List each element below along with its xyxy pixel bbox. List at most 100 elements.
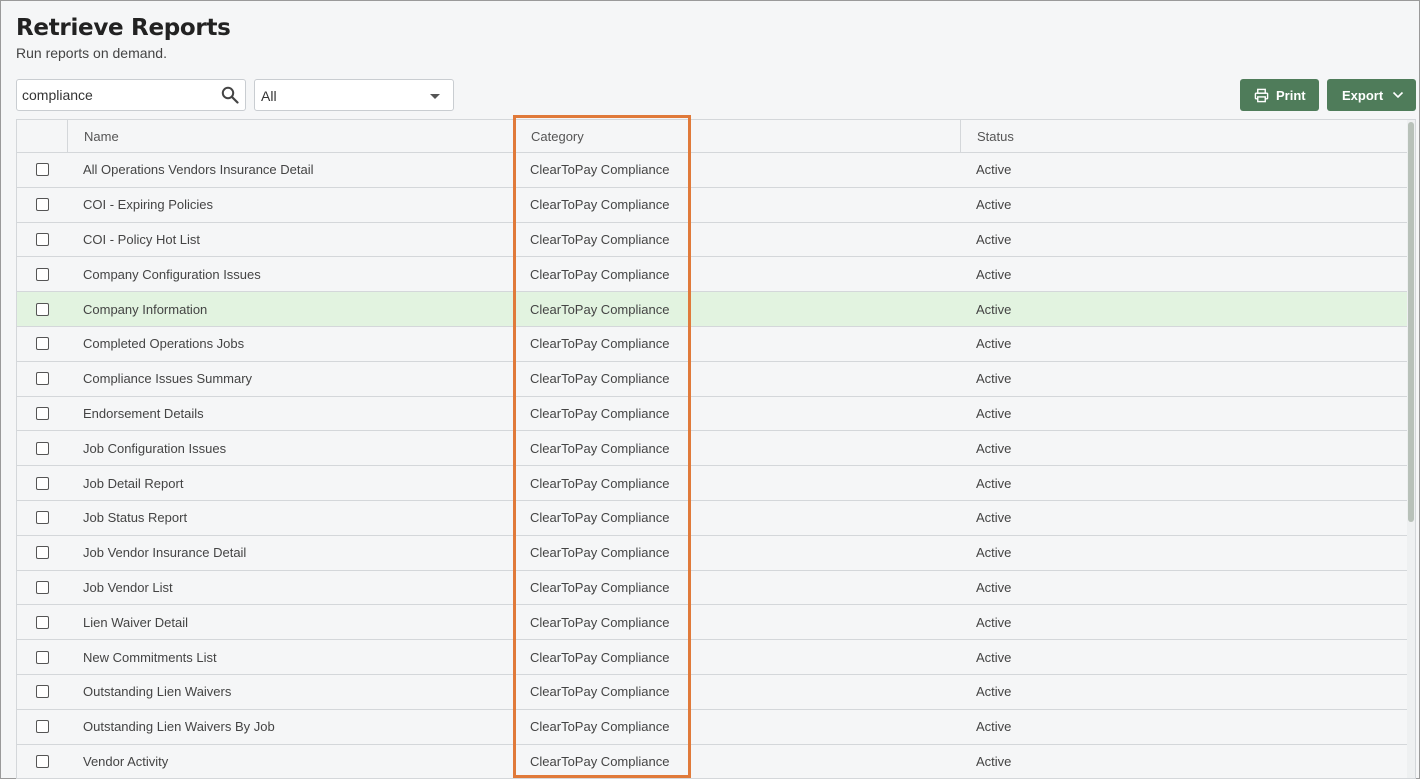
- row-checkbox[interactable]: [35, 337, 49, 351]
- search-icon[interactable]: [221, 86, 239, 104]
- row-checkbox[interactable]: [35, 546, 49, 560]
- page-header: Retrieve Reports Run reports on demand.: [16, 15, 231, 61]
- row-select-cell: [17, 640, 67, 674]
- report-name[interactable]: Job Vendor Insurance Detail: [67, 536, 514, 570]
- table-row[interactable]: New Commitments List ClearToPay Complianc…: [17, 640, 1407, 675]
- row-checkbox[interactable]: [35, 232, 49, 246]
- chevron-down-icon: [430, 94, 440, 99]
- row-checkbox[interactable]: [35, 720, 49, 734]
- row-checkbox[interactable]: [35, 198, 49, 212]
- table-row[interactable]: Job Detail Report ClearToPay Compliance Ac…: [17, 466, 1407, 501]
- table-row[interactable]: COI - Expiring Policies ClearToPay Compli…: [17, 188, 1407, 223]
- row-checkbox[interactable]: [35, 685, 49, 699]
- column-header-category[interactable]: Category: [514, 120, 960, 152]
- report-status: Active: [976, 371, 1012, 387]
- report-name[interactable]: Outstanding Lien Waivers By Job: [67, 710, 514, 744]
- row-checkbox[interactable]: [35, 163, 49, 177]
- report-status: Active: [976, 301, 1012, 317]
- report-status: Active: [976, 197, 1012, 213]
- report-category: ClearToPay Compliance: [530, 614, 670, 630]
- report-name[interactable]: Job Vendor List: [67, 571, 514, 605]
- report-category: ClearToPay Compliance: [530, 719, 670, 735]
- table-row[interactable]: Job Status Report ClearToPay Compliance Ac…: [17, 501, 1407, 536]
- row-select-cell: [17, 292, 67, 326]
- printer-icon: [1254, 88, 1269, 102]
- row-checkbox[interactable]: [35, 615, 49, 629]
- row-checkbox[interactable]: [35, 580, 49, 594]
- row-checkbox[interactable]: [35, 476, 49, 490]
- row-select-cell: [17, 362, 67, 396]
- table-row[interactable]: Outstanding Lien Waivers By Job ClearToPa…: [17, 710, 1407, 745]
- row-checkbox[interactable]: [35, 372, 49, 386]
- table-row[interactable]: Endorsement Details ClearToPay Compliance…: [17, 397, 1407, 432]
- table-row[interactable]: Lien Waiver Detail ClearToPay Compliance A…: [17, 605, 1407, 641]
- report-status: Active: [976, 614, 1012, 630]
- column-header-name[interactable]: Name: [67, 120, 514, 152]
- search-box[interactable]: [16, 79, 246, 111]
- category-filter-select[interactable]: All: [254, 79, 454, 111]
- row-checkbox[interactable]: [35, 754, 49, 768]
- table-row[interactable]: Completed Operations Jobs ClearToPay Comp…: [17, 327, 1407, 362]
- row-checkbox[interactable]: [35, 511, 49, 525]
- report-category: ClearToPay Compliance: [530, 545, 670, 561]
- report-status: Active: [976, 753, 1012, 769]
- scrollbar-thumb[interactable]: [1408, 122, 1414, 522]
- report-name[interactable]: Company Configuration Issues: [67, 257, 514, 291]
- report-status: Active: [976, 405, 1012, 421]
- report-name[interactable]: Endorsement Details: [67, 397, 514, 431]
- row-select-cell: [17, 745, 67, 778]
- row-checkbox[interactable]: [35, 441, 49, 455]
- report-name[interactable]: Compliance Issues Summary: [67, 362, 514, 396]
- row-checkbox[interactable]: [35, 267, 49, 281]
- report-category: ClearToPay Compliance: [530, 301, 670, 317]
- row-select-cell: [17, 571, 67, 605]
- row-select-cell: [17, 397, 67, 431]
- column-header-status[interactable]: Status: [960, 120, 1407, 152]
- table-row[interactable]: Vendor Activity ClearToPay Compliance Acti…: [17, 745, 1407, 778]
- report-name[interactable]: Job Detail Report: [67, 466, 514, 500]
- report-name[interactable]: Completed Operations Jobs: [67, 327, 514, 361]
- vertical-scrollbar[interactable]: [1407, 120, 1415, 778]
- report-name[interactable]: Lien Waiver Detail: [67, 605, 514, 639]
- row-checkbox[interactable]: [35, 302, 49, 316]
- report-status: Active: [976, 440, 1012, 456]
- report-name[interactable]: All Operations Vendors Insurance Detail: [67, 153, 514, 187]
- table-header-row: Name Category Status: [17, 120, 1407, 153]
- report-category: ClearToPay Compliance: [530, 649, 670, 665]
- report-category: ClearToPay Compliance: [530, 753, 670, 769]
- table-row[interactable]: Compliance Issues Summary ClearToPay Comp…: [17, 362, 1407, 397]
- search-input[interactable]: [22, 80, 217, 110]
- report-name[interactable]: New Commitments List: [67, 640, 514, 674]
- table-row[interactable]: Job Configuration Issues ClearToPay Compl…: [17, 431, 1407, 467]
- report-status: Active: [976, 231, 1012, 247]
- report-category: ClearToPay Compliance: [530, 266, 670, 282]
- report-name[interactable]: Outstanding Lien Waivers: [67, 675, 514, 709]
- table-row[interactable]: Job Vendor List ClearToPay Compliance Acti…: [17, 571, 1407, 606]
- table-row[interactable]: Company Configuration Issues ClearToPay C…: [17, 257, 1407, 293]
- report-name[interactable]: Vendor Activity: [67, 745, 514, 778]
- row-select-cell: [17, 257, 67, 291]
- table-row[interactable]: All Operations Vendors Insurance Detail C…: [17, 153, 1407, 188]
- table-row[interactable]: Company Information ClearToPay Compliance…: [17, 292, 1407, 327]
- report-category: ClearToPay Compliance: [530, 336, 670, 352]
- row-checkbox[interactable]: [35, 650, 49, 664]
- report-category: ClearToPay Compliance: [530, 405, 670, 421]
- filter-selected-value: All: [261, 88, 277, 104]
- row-select-cell: [17, 153, 67, 187]
- print-button[interactable]: Print: [1240, 79, 1319, 111]
- report-category: ClearToPay Compliance: [530, 197, 670, 213]
- export-button-label: Export: [1342, 87, 1384, 103]
- table-row[interactable]: Job Vendor Insurance Detail ClearToPay Co…: [17, 536, 1407, 571]
- report-name[interactable]: COI - Policy Hot List: [67, 223, 514, 257]
- report-name[interactable]: Job Status Report: [67, 501, 514, 535]
- report-name[interactable]: Job Configuration Issues: [67, 431, 514, 465]
- table-row[interactable]: COI - Policy Hot List ClearToPay Complian…: [17, 223, 1407, 258]
- report-name[interactable]: Company Information: [67, 292, 514, 326]
- export-button[interactable]: Export: [1327, 79, 1416, 111]
- report-category: ClearToPay Compliance: [530, 684, 670, 700]
- row-select-cell: [17, 536, 67, 570]
- row-checkbox[interactable]: [35, 406, 49, 420]
- table-row[interactable]: Outstanding Lien Waivers ClearToPay Compl…: [17, 675, 1407, 710]
- report-name[interactable]: COI - Expiring Policies: [67, 188, 514, 222]
- report-status: Active: [976, 649, 1012, 665]
